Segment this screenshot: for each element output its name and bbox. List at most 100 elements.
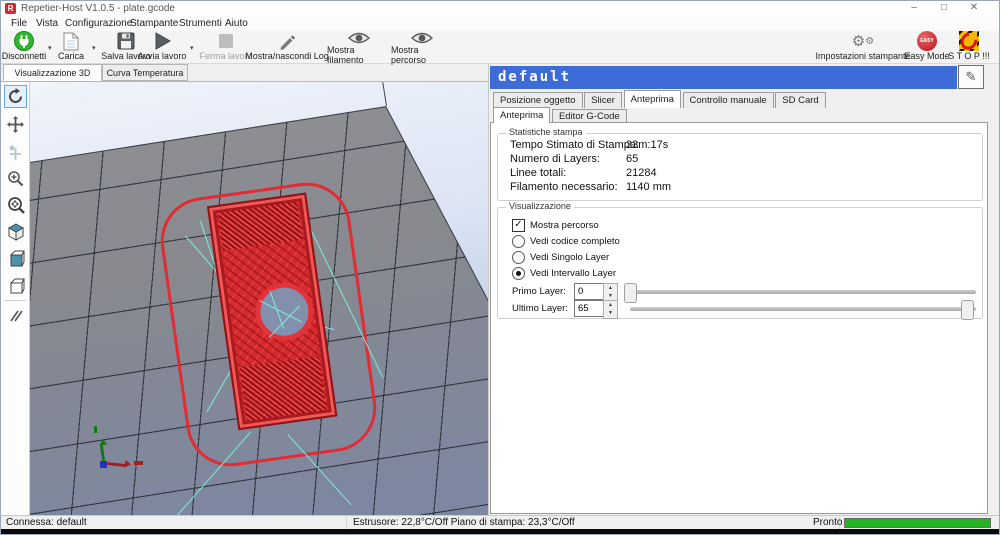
last-layer-input[interactable]: 65 xyxy=(574,300,605,317)
menu-strumenti[interactable]: Strumenti xyxy=(179,18,222,29)
menu-configurazione[interactable]: Configurazione xyxy=(65,18,132,29)
move-object-button[interactable] xyxy=(4,141,27,164)
isometric-view-button[interactable] xyxy=(4,220,27,243)
disconnect-label: Disconnetti xyxy=(2,51,47,61)
load-button[interactable]: Carica xyxy=(53,31,89,62)
tab-sd-card[interactable]: SD Card xyxy=(775,92,825,108)
rotate-icon xyxy=(7,88,24,105)
view-3d-panel xyxy=(1,81,488,515)
visualization-group: Visualizzazione ✓ Mostra percorso Vedi c… xyxy=(497,207,983,319)
disconnect-dropdown-icon[interactable]: ▾ xyxy=(48,44,52,52)
show-travel-button[interactable]: Mostra percorso xyxy=(391,31,453,62)
show-filament-button[interactable]: Mostra filamento xyxy=(327,31,391,62)
menu-aiuto[interactable]: Aiuto xyxy=(225,18,248,29)
front-view-button[interactable] xyxy=(4,247,27,270)
tab-posizione-oggetto[interactable]: Posizione oggetto xyxy=(493,92,583,108)
toggle-log-button[interactable]: Mostra/nascondi Log xyxy=(245,31,329,62)
close-button[interactable]: ✕ xyxy=(962,1,986,15)
last-layer-slider[interactable] xyxy=(630,307,976,311)
eye-icon xyxy=(348,31,370,45)
toolstrip-divider xyxy=(4,300,26,301)
pencil-icon xyxy=(278,31,296,51)
tab-controllo-manuale[interactable]: Controllo manuale xyxy=(683,92,774,108)
stat-value: 65 xyxy=(626,153,638,165)
first-layer-label: Primo Layer: xyxy=(512,286,566,297)
printer-name: default xyxy=(490,69,571,85)
easy-mode-icon: EASY xyxy=(917,31,937,51)
bottom-strip xyxy=(1,529,1000,535)
print-stats-group: Statistiche stampa Tempo Stimato di Stam… xyxy=(497,133,983,201)
load-dropdown-icon[interactable]: ▾ xyxy=(92,44,96,52)
cube-iso-icon xyxy=(7,223,25,241)
anteprima-page: Statistiche stampa Tempo Stimato di Stam… xyxy=(490,122,988,514)
tab-anteprima[interactable]: Anteprima xyxy=(624,90,681,108)
radio-single-layer-label[interactable]: Vedi Singolo Layer xyxy=(530,252,609,263)
menu-vista[interactable]: Vista xyxy=(36,18,58,29)
right-panel: default ✎ Posizione oggetto Slicer Antep… xyxy=(488,64,1000,515)
rotate-view-button[interactable] xyxy=(4,85,27,108)
start-dropdown-icon[interactable]: ▾ xyxy=(190,44,194,52)
tab-slicer[interactable]: Slicer xyxy=(584,92,622,108)
title-bar: R Repetier-Host V1.0.5 - plate.gcode – □… xyxy=(1,1,1000,16)
show-filament-label: Mostra filamento xyxy=(327,45,391,65)
first-layer-slider[interactable] xyxy=(624,290,976,294)
menu-file[interactable]: File xyxy=(11,18,27,29)
top-view-button[interactable] xyxy=(4,274,27,297)
show-travel-checkbox-label[interactable]: Mostra percorso xyxy=(530,220,599,231)
pencil-icon: ✎ xyxy=(966,69,977,84)
radio-single-layer[interactable] xyxy=(512,251,525,264)
subtab-editor-gcode[interactable]: Editor G-Code xyxy=(552,109,627,123)
fit-view-button[interactable] xyxy=(4,193,27,216)
temperature-status: Estrusore: 22,8°C/Off Piano di stampa: 2… xyxy=(353,517,575,528)
show-travel-checkbox[interactable]: ✓ xyxy=(512,219,525,232)
last-layer-slider-thumb[interactable] xyxy=(961,300,974,320)
repetier-host-window: R Repetier-Host V1.0.5 - plate.gcode – □… xyxy=(0,0,1000,535)
cube-front-icon xyxy=(7,250,25,268)
plug-icon xyxy=(14,31,34,51)
printer-settings-label: Impostazioni stampante xyxy=(815,51,910,61)
magnifier-plus-icon xyxy=(7,170,24,187)
statusbar-divider xyxy=(346,517,347,529)
maximize-button[interactable]: □ xyxy=(932,1,956,15)
main-tabs: Posizione oggetto Slicer Anteprima Contr… xyxy=(493,90,825,107)
connection-status: Connessa: default xyxy=(6,517,87,528)
disconnect-button[interactable]: Disconnetti xyxy=(1,31,47,62)
toggle-log-label: Mostra/nascondi Log xyxy=(245,51,329,61)
start-job-button[interactable]: Avvia lavoro xyxy=(133,31,191,62)
view-toolstrip xyxy=(1,82,30,515)
radio-full-code-label[interactable]: Vedi codice completo xyxy=(530,236,620,247)
tab-visualizzazione-3d[interactable]: Visualizzazione 3D xyxy=(3,64,102,81)
first-layer-input[interactable]: 0 xyxy=(574,283,605,300)
emergency-stop-icon xyxy=(959,31,979,51)
last-layer-spinner[interactable]: ▲▼ xyxy=(603,300,618,319)
radio-layer-range-label[interactable]: Vedi Intervallo Layer xyxy=(530,268,616,279)
edit-printer-button[interactable]: ✎ xyxy=(958,65,984,89)
printer-name-header: default xyxy=(490,66,957,89)
eye-icon xyxy=(411,31,433,45)
x-axis-arrowhead xyxy=(125,460,132,469)
parallel-projection-button[interactable] xyxy=(4,304,27,327)
menu-stampante[interactable]: Stampante xyxy=(130,18,178,29)
subtab-anteprima[interactable]: Anteprima xyxy=(493,107,550,123)
last-layer-label: Ultimo Layer: xyxy=(512,303,568,314)
toolbar: Disconnetti ▾ Carica ▾ Salva lavoro Avvi… xyxy=(1,31,1000,64)
scene-3d[interactable] xyxy=(30,82,488,515)
radio-layer-range[interactable] xyxy=(512,267,525,280)
move-view-button[interactable] xyxy=(4,113,27,136)
load-label: Carica xyxy=(58,51,84,61)
y-axis-arrowhead xyxy=(99,438,108,445)
stat-label: Linee totali: xyxy=(510,167,566,179)
radio-full-code[interactable] xyxy=(512,235,525,248)
tab-curva-temperatura[interactable]: Curva Temperatura xyxy=(102,64,188,81)
gcode-object[interactable] xyxy=(153,175,384,474)
stat-value: 33m:17s xyxy=(626,139,668,151)
gears-icon: ⚙⚙ xyxy=(852,31,874,51)
move-object-icon xyxy=(7,144,24,161)
visualization-legend: Visualizzazione xyxy=(506,201,574,211)
minimize-button[interactable]: – xyxy=(902,1,926,15)
magnifier-fit-icon xyxy=(7,196,25,214)
parallel-lines-icon xyxy=(8,308,24,324)
zoom-in-button[interactable] xyxy=(4,167,27,190)
emergency-stop-button[interactable]: S T O P !!! xyxy=(943,31,995,62)
first-layer-slider-thumb[interactable] xyxy=(624,283,637,303)
